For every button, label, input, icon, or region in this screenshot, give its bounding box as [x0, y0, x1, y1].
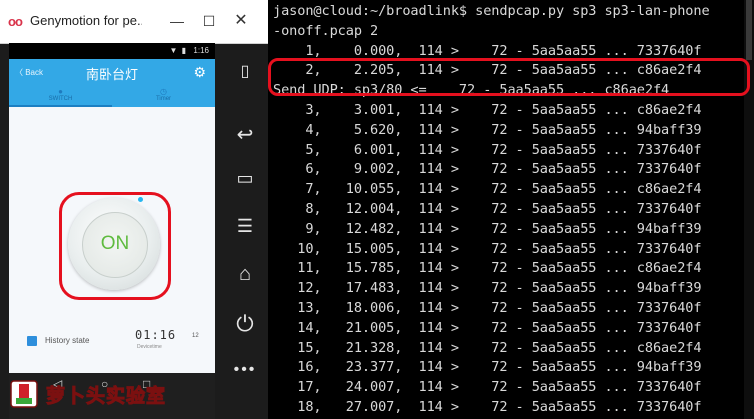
- terminal-line: jason@cloud:~/broadlink$ sendpcap.py sp3…: [273, 3, 710, 19]
- terminal-line: -onoff.pcap 2: [273, 22, 379, 39]
- terminal-line: 8, 12.004, 114 > 72 - 5aa5aa55 ... 73376…: [273, 200, 702, 217]
- tab-switch[interactable]: ● SWITCH: [9, 87, 112, 107]
- close-button[interactable]: ✕: [228, 9, 254, 33]
- gear-icon[interactable]: ⚙: [193, 64, 206, 81]
- terminal-line: 18, 27.007, 114 > 72 - 5aa5aa55 ... 7337…: [273, 398, 702, 415]
- terminal-line: 10, 15.005, 114 > 72 - 5aa5aa55 ... 7337…: [273, 240, 702, 257]
- terminal-line: 13, 18.006, 114 > 72 - 5aa5aa55 ... 7337…: [273, 299, 702, 316]
- terminal-line: 14, 21.005, 114 > 72 - 5aa5aa55 ... 7337…: [273, 319, 702, 336]
- tab-timer[interactable]: ◷ Timer: [112, 87, 215, 107]
- window-titlebar: oo Genymotion for pe... — ☐ ✕: [0, 0, 268, 44]
- terminal-line: 9, 12.482, 114 > 72 - 5aa5aa55 ... 94baf…: [273, 220, 702, 237]
- battery-icon[interactable]: ▯: [222, 61, 268, 81]
- clock-icon: ◷: [160, 87, 167, 96]
- device-time-seconds: 12: [192, 333, 199, 339]
- android-status-bar: ▼ ▮ 1:16: [9, 43, 215, 59]
- minimize-button[interactable]: —: [164, 9, 190, 33]
- status-time: 1:16: [193, 46, 209, 55]
- power-icon[interactable]: ⏻: [222, 311, 268, 337]
- terminal-line: 7, 10.055, 114 > 72 - 5aa5aa55 ... c86ae…: [273, 181, 702, 198]
- highlight-ring-power-button: [59, 192, 171, 300]
- more-icon[interactable]: •••: [222, 361, 268, 379]
- menu-icon[interactable]: ☰: [222, 216, 268, 237]
- home-icon[interactable]: ⌂: [222, 263, 268, 286]
- terminal-line: 16, 23.377, 114 > 72 - 5aa5aa55 ... 94ba…: [273, 359, 702, 376]
- terminal-line: 17, 24.007, 114 > 72 - 5aa5aa55 ... 7337…: [273, 379, 702, 396]
- watermark-logo-icon: [10, 380, 38, 408]
- signal-battery-icon: ▼ ▮: [169, 46, 187, 55]
- terminal-line: 4, 5.620, 114 > 72 - 5aa5aa55 ... 94baff…: [273, 121, 702, 138]
- emulator-controls: ▯ ↩ ▭ ☰ ⌂ ⏻ •••: [222, 43, 268, 419]
- tab-timer-label: Timer: [155, 96, 172, 102]
- window-title: Genymotion for pe...: [30, 13, 142, 28]
- chart-icon: [27, 336, 37, 346]
- terminal-line: 11, 15.785, 114 > 72 - 5aa5aa55 ... c86a…: [273, 260, 702, 277]
- app-header: 〈 Back 南卧台灯 ⚙: [9, 59, 215, 87]
- scrollbar-thumb[interactable]: [746, 0, 752, 60]
- back-arrow-icon[interactable]: ↩: [222, 122, 268, 147]
- watermark-text: 萝卜头实验室: [45, 386, 167, 408]
- genymotion-logo-icon: oo: [8, 14, 23, 29]
- device-title: 南卧台灯: [85, 67, 138, 82]
- recent-apps-icon[interactable]: ▭: [222, 168, 268, 189]
- terminal-line: 3, 3.001, 114 > 72 - 5aa5aa55 ... c86ae2…: [273, 101, 702, 118]
- tab-switch-label: SWITCH: [48, 96, 73, 102]
- terminal-line: 5, 6.001, 114 > 72 - 5aa5aa55 ... 733764…: [273, 141, 702, 158]
- highlight-ring-send-udp: [268, 58, 750, 96]
- device-time-readout: 01:16: [135, 328, 177, 342]
- terminal-line: 12, 17.483, 114 > 72 - 5aa5aa55 ... 94ba…: [273, 280, 702, 297]
- app-tabs: ● SWITCH ◷ Timer: [9, 87, 215, 107]
- terminal-line: 15, 21.328, 114 > 72 - 5aa5aa55 ... c86a…: [273, 339, 702, 356]
- maximize-button[interactable]: ☐: [196, 9, 222, 33]
- terminal-line: 6, 9.002, 114 > 72 - 5aa5aa55 ... 733764…: [273, 161, 702, 178]
- lightbulb-icon: ●: [58, 87, 63, 96]
- history-state-label: History state: [45, 336, 90, 345]
- device-time-caption: Devicetime: [137, 344, 162, 350]
